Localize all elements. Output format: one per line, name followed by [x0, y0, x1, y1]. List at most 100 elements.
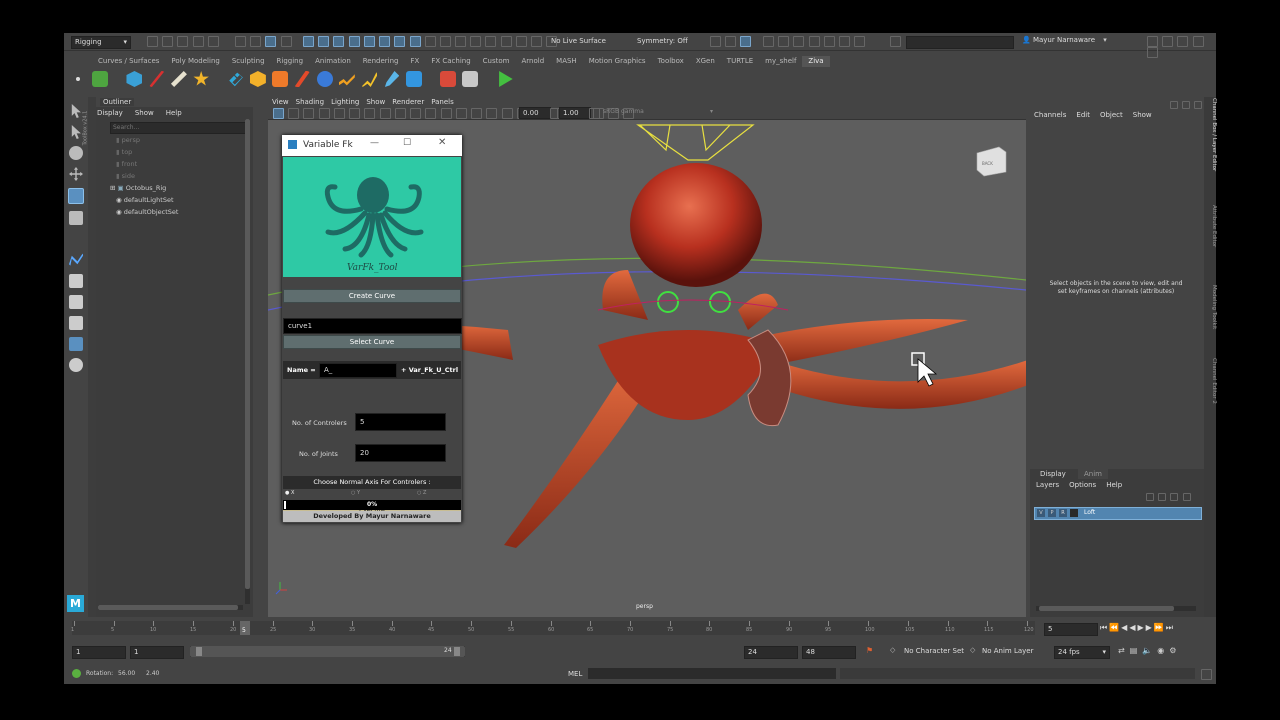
variable-fk-titlebar[interactable]: Variable Fk — ☐ ✕ — [282, 135, 462, 156]
sidebar-toggle-icon[interactable] — [890, 36, 901, 47]
outliner-layout-icon[interactable] — [69, 337, 83, 351]
shelf-tab[interactable]: Rendering — [357, 56, 405, 67]
minimize-icon[interactable]: — — [370, 138, 379, 148]
menu-item[interactable]: Help — [166, 109, 182, 117]
undo-icon[interactable] — [192, 36, 204, 47]
channel-tool-icon[interactable] — [1182, 101, 1190, 109]
eye-controller[interactable] — [709, 291, 731, 313]
shelf-tab[interactable]: Poly Modeling — [165, 56, 225, 67]
audio-icon[interactable]: 🔈 — [1142, 646, 1157, 655]
outliner-item[interactable]: ◉ defaultObjectSet — [110, 206, 245, 218]
pause-icon[interactable] — [854, 36, 866, 47]
scale-tool-icon[interactable] — [69, 211, 83, 225]
go-to-start-icon[interactable]: ⏮ — [1100, 623, 1109, 632]
help-icon[interactable] — [72, 669, 81, 678]
shelf-tab[interactable]: MASH — [550, 56, 583, 67]
range-end-handle[interactable] — [454, 647, 460, 656]
textured-icon[interactable] — [486, 108, 498, 119]
settings-icon[interactable]: ⚙ — [1169, 646, 1181, 655]
end-time-field[interactable]: 48 — [802, 646, 856, 659]
layer-row[interactable]: V P R Loft — [1034, 507, 1202, 520]
grid-icon[interactable] — [425, 108, 437, 119]
layer-playback-toggle[interactable]: P — [1048, 509, 1056, 517]
snap-edge-icon[interactable] — [379, 36, 391, 47]
open-scene-icon[interactable] — [162, 36, 174, 47]
shelf-tab[interactable]: Ziva — [802, 56, 830, 67]
user-account[interactable]: 👤 Mayur Narnaware ▾ — [1022, 36, 1107, 44]
menu-item[interactable]: Show — [135, 109, 154, 117]
command-search-field[interactable] — [906, 36, 1014, 49]
move-layer-down-icon[interactable] — [1158, 493, 1167, 501]
color-management-icon[interactable] — [589, 108, 600, 119]
search-icon[interactable] — [69, 358, 83, 372]
script-language-label[interactable]: MEL — [568, 670, 582, 678]
layer-visibility-toggle[interactable]: V — [1037, 509, 1045, 517]
controllers-input[interactable]: 5 — [355, 413, 446, 431]
menu-item[interactable]: Edit — [1076, 111, 1090, 119]
paint-select-icon[interactable] — [69, 146, 83, 160]
shelf-tab[interactable]: Custom — [477, 56, 516, 67]
bone-icon[interactable] — [170, 71, 187, 87]
outliner-item[interactable]: ⊞ ▣ Octobus_Rig — [110, 182, 245, 194]
curve-tool-icon[interactable] — [69, 253, 83, 266]
curve-edit-icon[interactable] — [338, 74, 355, 86]
arnold-render-icon[interactable] — [808, 36, 820, 47]
shelf-tab[interactable]: XGen — [690, 56, 721, 67]
outliner-item[interactable]: ▮ persp — [110, 134, 245, 146]
image-plane-icon[interactable] — [318, 108, 330, 119]
mel-command-input[interactable] — [588, 668, 836, 679]
render-seq-icon[interactable] — [823, 36, 835, 47]
shelf-tab[interactable]: Rigging — [271, 56, 310, 67]
outliner-vscroll-thumb[interactable] — [245, 119, 250, 589]
new-layer-selected-icon[interactable] — [1182, 493, 1191, 501]
shelf-tab[interactable]: Sculpting — [226, 56, 271, 67]
select-hierarchy-icon[interactable] — [235, 36, 246, 47]
eye-controller[interactable] — [657, 291, 679, 313]
workspace-icon[interactable] — [1147, 36, 1158, 47]
outliner-item[interactable]: ▮ front — [110, 158, 245, 170]
new-scene-icon[interactable] — [147, 36, 158, 47]
hypershade-icon[interactable] — [778, 36, 790, 47]
select-object-icon[interactable] — [250, 36, 262, 47]
play-simulation-icon[interactable] — [499, 71, 513, 87]
two-view-icon[interactable] — [69, 316, 83, 330]
playback-start-field[interactable]: 1 — [130, 646, 184, 659]
render-settings-icon[interactable] — [763, 36, 774, 47]
layer-hscroll-thumb[interactable] — [1039, 606, 1174, 611]
menu-item[interactable]: Layers — [1036, 481, 1059, 489]
lock-selection-icon[interactable] — [280, 36, 292, 47]
snap-surface-icon[interactable] — [363, 36, 375, 47]
select-camera-icon[interactable] — [273, 108, 284, 119]
menu-item[interactable]: Renderer — [392, 97, 424, 107]
range-start-handle[interactable] — [196, 647, 202, 656]
step-forward-icon[interactable]: ▶ — [1146, 623, 1154, 632]
snap-magnet-icon[interactable] — [440, 36, 452, 47]
snap-face-icon[interactable] — [394, 36, 406, 47]
step-back-key-icon[interactable]: ⏪ — [1109, 623, 1121, 632]
script-editor-icon[interactable] — [1201, 669, 1212, 680]
menu-item[interactable]: Help — [1106, 481, 1122, 489]
move-tool-icon[interactable] — [69, 167, 83, 181]
outliner-title[interactable]: Outliner — [100, 98, 135, 106]
shelf-menu-icon[interactable] — [76, 77, 80, 81]
create-curve-button[interactable]: Create Curve — [283, 289, 461, 303]
gamma-field[interactable]: 1.00 — [559, 107, 591, 119]
joints-input[interactable]: 20 — [355, 444, 446, 462]
play-forward-icon[interactable]: ▶ — [1137, 623, 1145, 632]
current-frame-marker[interactable]: 5 — [240, 621, 250, 635]
curve-name-field[interactable]: curve1 — [283, 318, 462, 334]
snap-mesh-icon[interactable] — [409, 36, 421, 47]
side-tab-modeling-toolkit[interactable]: Modeling Toolkit — [1211, 285, 1217, 365]
current-frame-field[interactable]: 5 — [1044, 623, 1098, 636]
cache-icon[interactable] — [439, 71, 456, 87]
keyframe-icon[interactable]: ◇ — [890, 646, 895, 654]
snap-grid-icon[interactable] — [303, 36, 314, 47]
maya-logo-icon[interactable]: M — [67, 595, 84, 612]
sphere-icon[interactable] — [316, 71, 333, 87]
character-set-field[interactable]: No Character Set — [904, 647, 974, 655]
outliner-toggle-icon[interactable] — [1177, 36, 1189, 47]
lights-icon[interactable] — [501, 108, 513, 119]
playback-end-field[interactable]: 24 — [744, 646, 798, 659]
mode-menu[interactable]: Rigging ▾ — [71, 36, 131, 49]
ziva-fiber-icon[interactable] — [148, 71, 165, 87]
